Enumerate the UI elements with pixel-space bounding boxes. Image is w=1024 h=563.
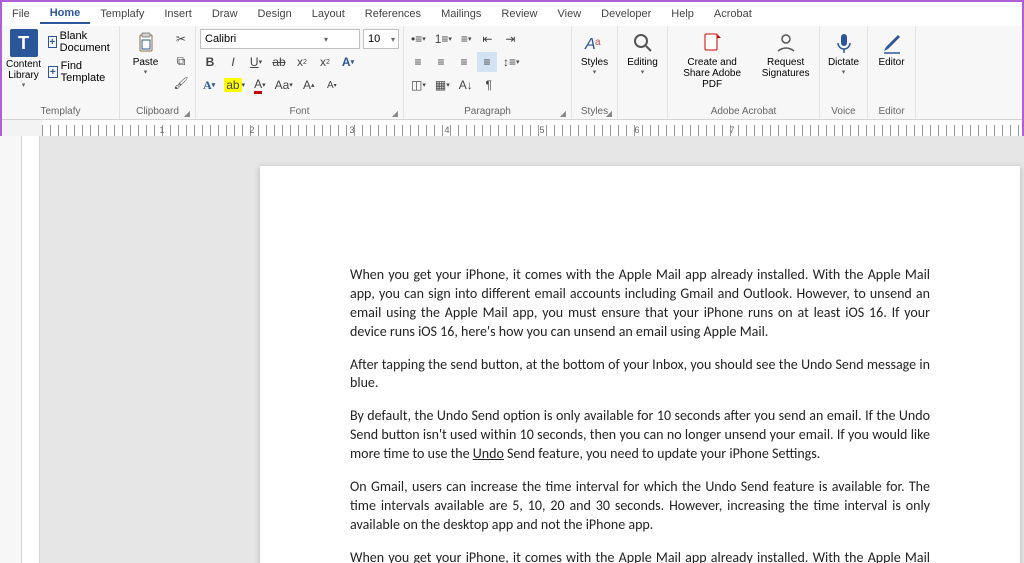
tab-layout[interactable]: Layout: [302, 5, 355, 23]
content-library-button[interactable]: Content Library: [6, 59, 41, 81]
font-size-input[interactable]: [364, 33, 388, 45]
editing-button[interactable]: Editing ▾: [622, 29, 663, 78]
copy-button[interactable]: ⧉: [171, 51, 191, 71]
underline-button[interactable]: U▾: [246, 52, 266, 72]
group-label-clipboard: Clipboard◢: [124, 104, 191, 119]
tab-design[interactable]: Design: [248, 5, 302, 23]
tab-mailings[interactable]: Mailings: [431, 5, 491, 23]
chevron-down-icon: ▾: [144, 68, 148, 76]
font-name-input[interactable]: [201, 33, 321, 45]
group-label-templafy: Templafy: [6, 104, 115, 119]
tab-developer[interactable]: Developer: [591, 5, 661, 23]
tab-home[interactable]: Home: [40, 4, 91, 24]
ribbon: T Content Library ▾ + Blank Document + F…: [2, 26, 1022, 120]
chevron-down-icon[interactable]: ▾: [321, 35, 331, 44]
svg-text:A: A: [584, 36, 596, 53]
bold-button[interactable]: B: [200, 52, 220, 72]
styles-icon: Aa: [583, 31, 607, 55]
paragraph-1[interactable]: When you get your iPhone, it comes with …: [350, 266, 930, 342]
sort-button[interactable]: A↓: [456, 75, 476, 95]
indent-decrease-button[interactable]: ⇤: [477, 29, 497, 49]
strikethrough-button[interactable]: ab: [269, 52, 289, 72]
indent-increase-button[interactable]: ⇥: [500, 29, 520, 49]
tab-view[interactable]: View: [548, 5, 592, 23]
paste-button[interactable]: Paste ▾: [124, 29, 167, 78]
tab-review[interactable]: Review: [491, 5, 547, 23]
borders-button[interactable]: ▦▾: [432, 75, 453, 95]
change-case-button[interactable]: Aa▾: [272, 75, 296, 95]
svg-text:a: a: [595, 37, 601, 48]
align-left-button[interactable]: ≡: [408, 52, 428, 72]
paragraph-2[interactable]: After tapping the send button, at the bo…: [350, 356, 930, 394]
create-share-pdf-button[interactable]: Create and Share Adobe PDF: [672, 29, 752, 92]
microphone-icon: [832, 31, 856, 55]
tab-templafy[interactable]: Templafy: [90, 5, 154, 23]
shrink-font-button[interactable]: A▾: [322, 75, 342, 95]
font-color-button[interactable]: A▾: [251, 75, 269, 95]
shading-button[interactable]: ◫▾: [408, 75, 429, 95]
chevron-down-icon: ▾: [641, 68, 645, 76]
italic-button[interactable]: I: [223, 52, 243, 72]
align-center-button[interactable]: ≡: [431, 52, 451, 72]
pdf-icon: [700, 31, 724, 55]
find-template-button[interactable]: + Find Template: [45, 59, 116, 85]
bullets-button[interactable]: •≡▾: [408, 29, 429, 49]
tab-help[interactable]: Help: [661, 5, 704, 23]
templafy-logo-icon: T: [10, 29, 38, 57]
tab-draw[interactable]: Draw: [202, 5, 248, 23]
editor-button[interactable]: Editor: [872, 29, 911, 70]
grow-font-button[interactable]: A▴: [299, 75, 319, 95]
subscript-button[interactable]: x2: [292, 52, 312, 72]
vertical-ruler[interactable]: [22, 136, 40, 563]
plus-icon: +: [48, 66, 58, 78]
clipboard-icon: [134, 31, 158, 55]
dialog-launcher-icon[interactable]: ◢: [392, 109, 398, 118]
tab-references[interactable]: References: [355, 5, 431, 23]
chevron-down-icon[interactable]: ▾: [388, 35, 398, 44]
show-marks-button[interactable]: ¶: [479, 75, 499, 95]
tab-acrobat[interactable]: Acrobat: [704, 5, 762, 23]
superscript-button[interactable]: x2: [315, 52, 335, 72]
cut-button[interactable]: ✂: [171, 29, 191, 49]
editor-pen-icon: [880, 31, 904, 55]
tab-strip: File Home Templafy Insert Draw Design La…: [2, 2, 1022, 26]
font-name-combo[interactable]: ▾: [200, 29, 360, 49]
paragraph-3[interactable]: By default, the Undo Send option is only…: [350, 407, 930, 464]
chevron-down-icon: ▾: [593, 68, 597, 76]
numbering-button[interactable]: 1≡▾: [432, 29, 455, 49]
signature-icon: [774, 31, 798, 55]
dialog-launcher-icon[interactable]: ◢: [184, 109, 190, 118]
navigation-pane[interactable]: [0, 136, 22, 563]
dialog-launcher-icon[interactable]: ◢: [560, 109, 566, 118]
justify-button[interactable]: ≡: [477, 52, 497, 72]
highlight-button[interactable]: ab▾: [221, 75, 248, 95]
blank-document-button[interactable]: + Blank Document: [45, 29, 116, 55]
font-color-a-button[interactable]: A▾: [200, 75, 218, 95]
tab-insert[interactable]: Insert: [154, 5, 202, 23]
multilevel-button[interactable]: ≡▾: [458, 29, 475, 49]
paragraph-5[interactable]: When you get your iPhone, it comes with …: [350, 549, 930, 563]
paragraph-4[interactable]: On Gmail, users can increase the time in…: [350, 478, 930, 535]
tab-file[interactable]: File: [2, 5, 40, 23]
styles-button[interactable]: Aa Styles ▾: [576, 29, 613, 78]
format-painter-button[interactable]: 🖌: [171, 73, 191, 93]
request-signatures-button[interactable]: Request Signatures: [756, 29, 815, 81]
font-size-combo[interactable]: ▾: [363, 29, 399, 49]
dictate-button[interactable]: Dictate ▾: [824, 29, 863, 78]
align-right-button[interactable]: ≡: [454, 52, 474, 72]
document-page[interactable]: When you get your iPhone, it comes with …: [260, 166, 1020, 563]
plus-icon: +: [48, 36, 57, 48]
find-icon: [631, 31, 655, 55]
line-spacing-button[interactable]: ↕≡▾: [500, 52, 523, 72]
text-effects-button[interactable]: A▾: [338, 52, 358, 72]
chevron-down-icon: ▾: [842, 68, 846, 76]
